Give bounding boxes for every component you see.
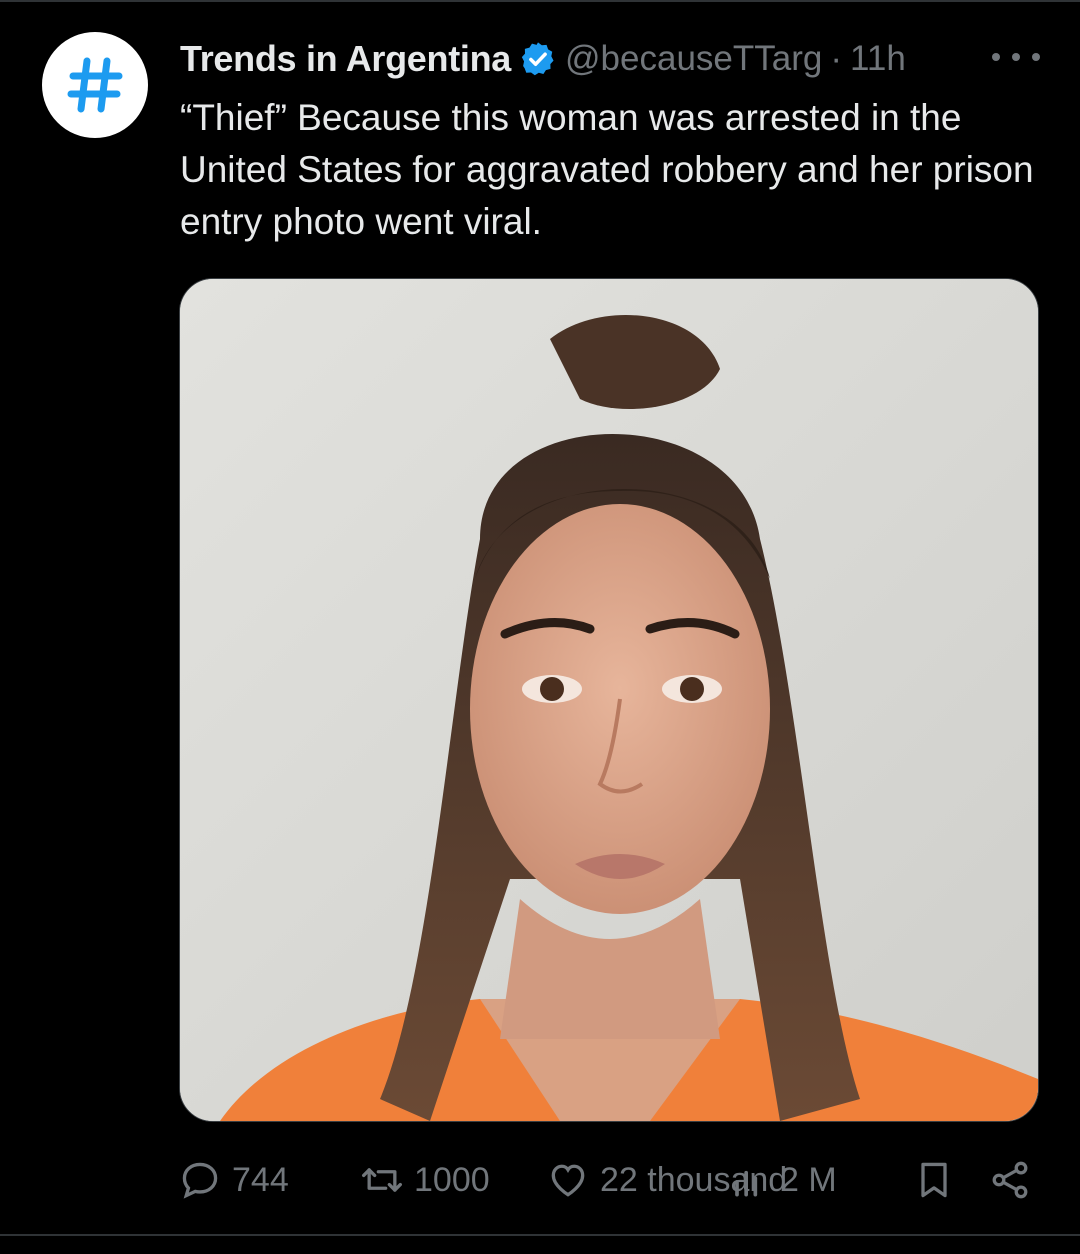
views-icon: [735, 1170, 758, 1197]
tweet-header: Trends in Argentina @becauseTTarg · 11h: [180, 34, 1040, 84]
reply-icon: [182, 1162, 218, 1199]
share-icon: [992, 1161, 1028, 1199]
tweet-text: “Thief” Because this woman was arrested …: [180, 97, 1034, 242]
more-options-icon[interactable]: [992, 42, 1040, 72]
heart-icon: [551, 1164, 585, 1197]
tweet-media[interactable]: [179, 278, 1039, 1122]
retweet-icon: [362, 1168, 402, 1192]
separator-dot: ·: [830, 39, 842, 78]
hashtag-icon: [67, 57, 123, 113]
timestamp[interactable]: 11h: [850, 39, 906, 79]
bookmark-button[interactable]: [912, 1158, 956, 1202]
tweet-actions: 744 1000 22 thousand 2 M: [178, 1150, 1038, 1208]
reply-count: 744: [232, 1160, 289, 1199]
share-button[interactable]: [988, 1158, 1032, 1202]
retweet-button[interactable]: 1000: [360, 1158, 490, 1202]
bottom-divider: [0, 1234, 1080, 1236]
views-button[interactable]: 2 M: [726, 1158, 837, 1202]
reply-button[interactable]: 744: [178, 1158, 289, 1202]
views-count: 2 M: [780, 1160, 837, 1199]
display-name[interactable]: Trends in Argentina: [180, 38, 511, 80]
bookmark-icon: [921, 1162, 947, 1198]
user-handle[interactable]: @becauseTTarg: [565, 39, 822, 79]
avatar[interactable]: [42, 32, 148, 138]
verified-badge-icon[interactable]: [519, 40, 557, 78]
mugshot-photo: [180, 279, 1038, 1121]
top-divider: [0, 0, 1080, 2]
retweet-count: 1000: [414, 1160, 490, 1199]
